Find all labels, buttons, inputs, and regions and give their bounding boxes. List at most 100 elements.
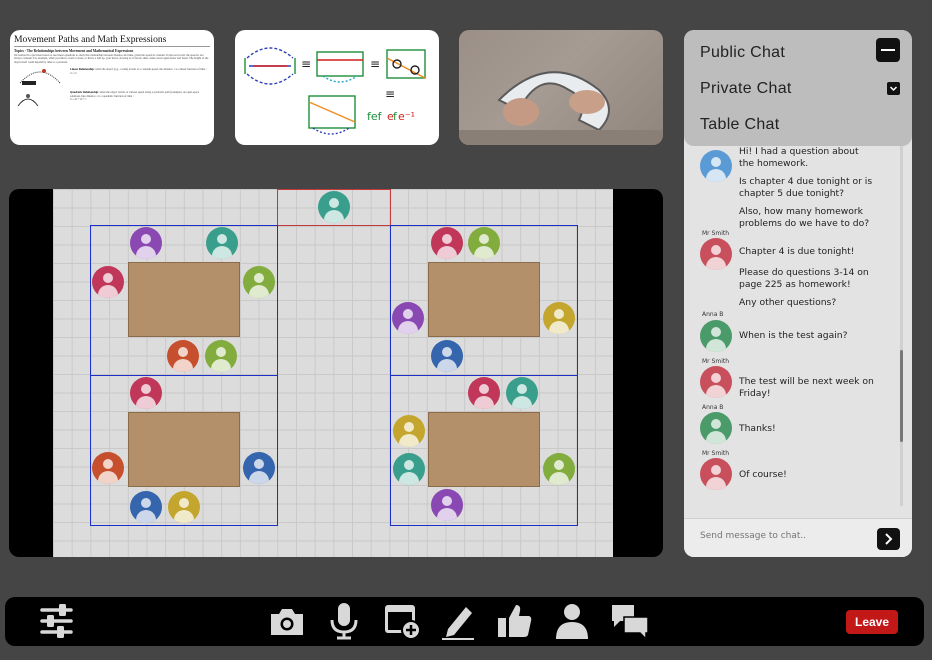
chat-scrollbar[interactable] [900,146,903,506]
avatar[interactable] [243,266,275,298]
classroom-map[interactable] [9,189,663,557]
avatar[interactable] [130,377,162,409]
whiteboard-thumbnail[interactable]: ≡ ≡ ≡ fef e f e⁻¹ [235,30,439,145]
avatar[interactable] [167,340,199,372]
avatar[interactable] [206,227,238,259]
svg-text:e⁻¹: e⁻¹ [398,110,415,123]
quadratic-formula: d = at² + bt + c [70,98,87,102]
minus-icon [881,49,895,51]
avatar[interactable] [431,489,463,521]
chat-message-text: The test will be next week on Friday! [739,376,874,399]
bottom-toolbar: Leave [5,597,924,646]
svg-text:≡: ≡ [370,57,380,71]
document-linear-row: Linear Relationship: when the object (e.… [14,67,210,87]
chevron-down-icon [889,86,898,92]
avatar[interactable] [468,377,500,409]
document-intro: We learned in a previous lesson to use l… [14,54,209,64]
microphone-button[interactable] [324,601,364,641]
desk-top-left [128,262,240,337]
avatar [700,458,732,490]
settings-button[interactable] [37,601,77,641]
private-chat-dropdown-button[interactable] [887,82,900,95]
video-frame [459,71,663,145]
microphone-icon [330,603,358,640]
svg-text:≡: ≡ [301,57,311,71]
avatar[interactable] [130,491,162,523]
reaction-button[interactable] [495,601,535,641]
document-title: Movement Paths and Math Expressions [14,34,210,47]
chat-message-text: Please do questions 3-14 on page 225 as … [739,267,869,290]
chat-message-input[interactable] [698,530,862,542]
chat-message-text: Any other questions? [739,297,837,308]
chat-sender-name: Mr Smith [702,230,730,237]
chat-sender-name: Anna B [702,404,724,411]
chevron-right-icon [885,533,893,545]
avatar[interactable] [393,453,425,485]
chat-message-text: Also, how many homework problems do we h… [739,206,870,229]
avatar[interactable] [431,227,463,259]
camera-button[interactable] [267,601,307,641]
avatar[interactable] [318,191,350,223]
participants-button[interactable] [552,601,592,641]
avatar[interactable] [243,452,275,484]
tab-table-chat[interactable]: Table Chat [700,116,780,134]
desk-bottom-left [128,412,240,487]
avatar[interactable] [392,302,424,334]
chat-tabs: Public Chat Private Chat Table Chat [684,30,912,146]
svg-text:fef: fef [367,110,383,123]
avatar[interactable] [168,491,200,523]
desk-top-right [428,262,540,337]
person-icon [556,604,588,639]
avatar[interactable] [92,266,124,298]
avatar[interactable] [205,340,237,372]
sliders-icon [40,604,73,638]
desk-bottom-right [428,412,540,487]
svg-text:≡: ≡ [385,87,395,101]
linear-text: : when the object (e.g., a train) travel… [93,68,207,72]
chat-button[interactable] [610,601,650,641]
tab-public-chat[interactable]: Public Chat [700,44,785,62]
linear-formula: d = vt [70,71,77,75]
pen-icon [442,607,474,640]
chat-sender-name: Anna B [702,311,724,318]
parabola-illustration [17,94,39,107]
avatar [700,366,732,398]
chat-message-text: Thanks! [739,423,776,434]
avatar [700,320,732,352]
quadratic-description: Quadratic Relationship: when the object … [70,91,210,101]
shared-document-thumbnail[interactable]: Movement Paths and Math Expressions Topi… [10,30,214,145]
avatar[interactable] [431,340,463,372]
chat-panel: Hi! I had a question about the homework.… [684,30,912,557]
chat-scrollbar-thumb[interactable] [900,350,903,442]
leave-button[interactable]: Leave [846,610,898,634]
chat-message-text: Chapter 4 is due tonight! [739,246,855,257]
add-content-button[interactable] [382,601,422,641]
chat-message-list[interactable]: Hi! I had a question about the homework.… [684,146,912,518]
chat-message-text: Of course! [739,469,787,480]
avatar[interactable] [130,227,162,259]
avatar[interactable] [468,227,500,259]
avatar[interactable] [92,452,124,484]
chat-input-bar [684,518,912,557]
avatar[interactable] [543,302,575,334]
avatar [700,150,732,182]
thumbs-up-icon [498,605,532,637]
avatar[interactable] [393,415,425,447]
collapse-button[interactable] [876,38,900,62]
camera-icon [271,609,303,635]
send-button[interactable] [877,528,900,550]
add-content-icon [385,605,421,640]
linear-description: Linear Relationship: when the object (e.… [70,68,207,75]
avatar [700,412,732,444]
chat-sender-name: Mr Smith [702,358,730,365]
document-quadratic-row: Quadratic Relationship: when the object … [14,90,210,108]
avatar[interactable] [543,453,575,485]
chat-message-text: Hi! I had a question about the homework. [739,146,859,169]
avatar[interactable] [506,377,538,409]
chat-sender-name: Mr Smith [702,450,730,457]
tab-private-chat[interactable]: Private Chat [700,80,792,98]
draw-button[interactable] [438,601,478,641]
chat-message-text: When is the test again? [739,330,848,341]
train-illustration [19,69,61,86]
video-feed-thumbnail[interactable] [459,30,663,145]
